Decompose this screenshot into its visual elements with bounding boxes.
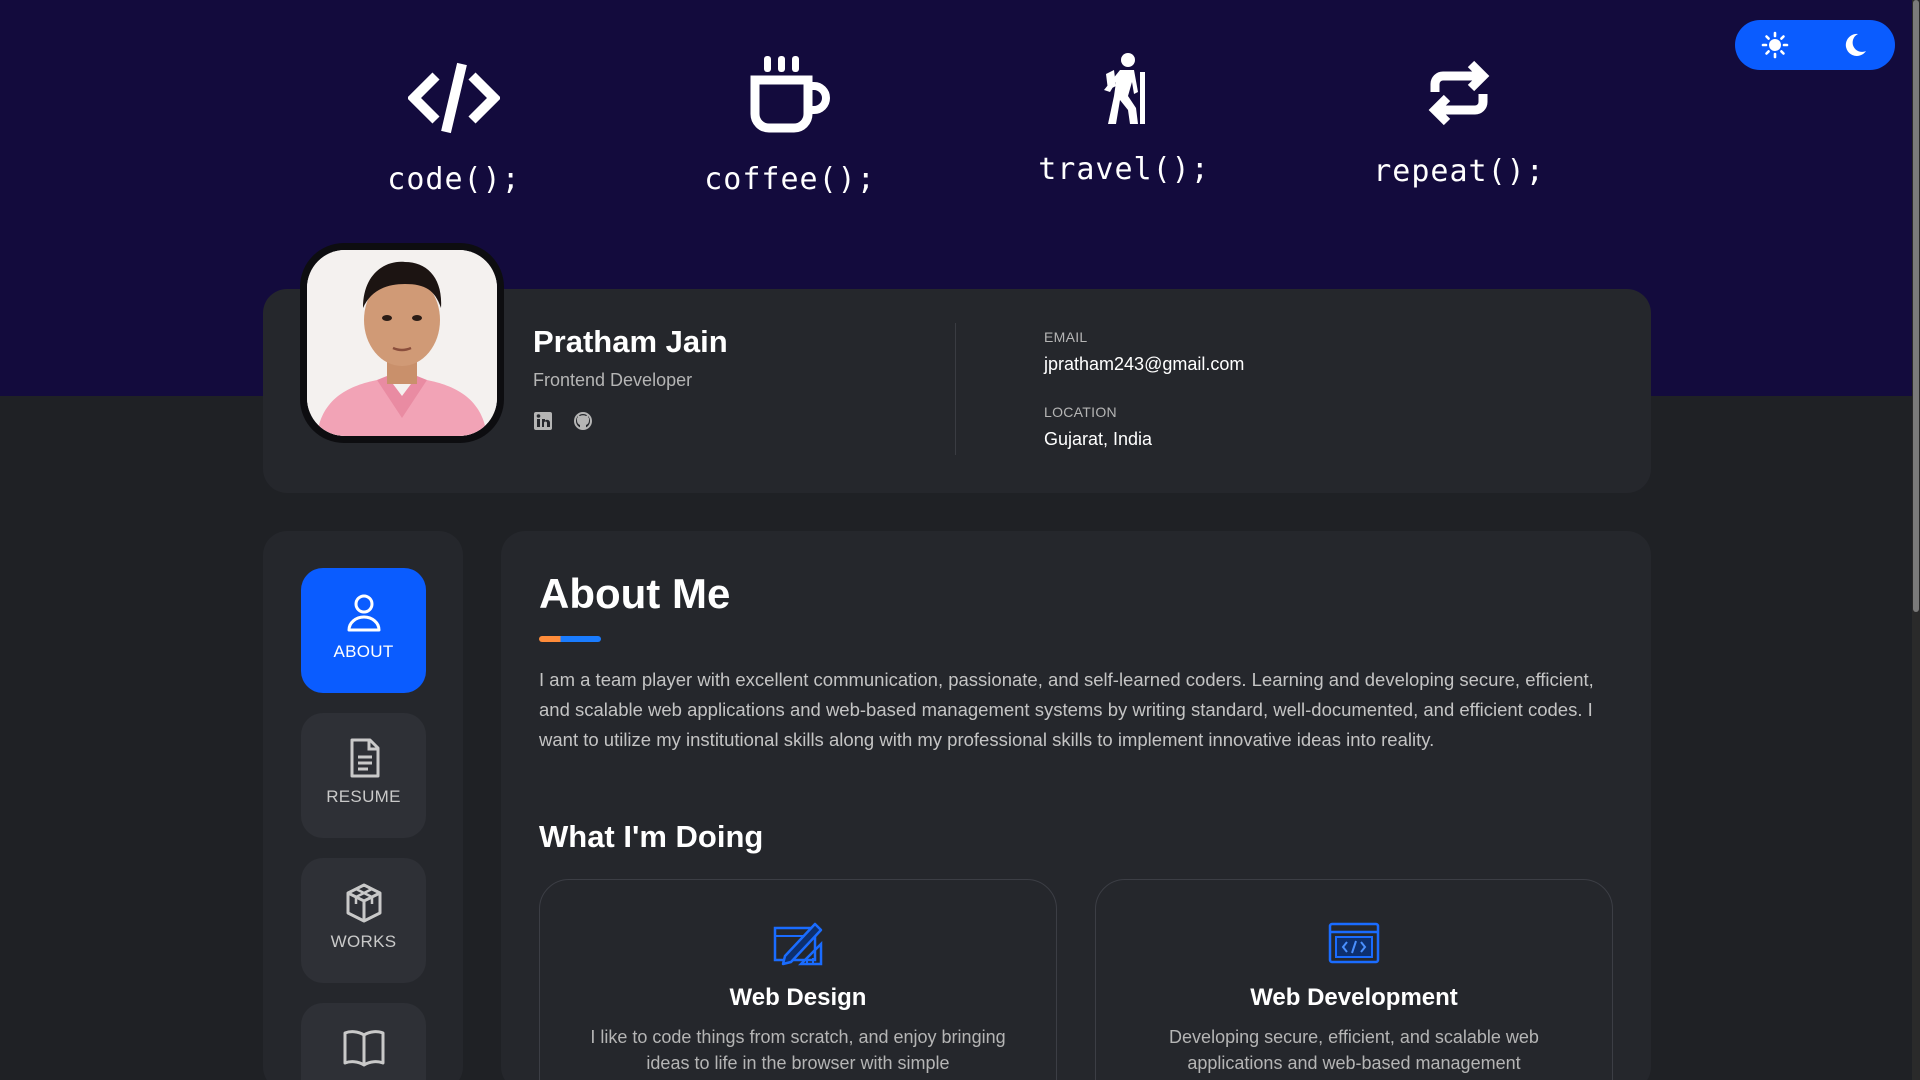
moon-icon[interactable] xyxy=(1839,30,1869,60)
nav-item-about[interactable]: ABOUT xyxy=(301,568,426,693)
hobby-label: code(); xyxy=(387,162,521,197)
avatar xyxy=(307,250,497,436)
service-title: Web Development xyxy=(1250,984,1458,1011)
sun-icon[interactable] xyxy=(1760,30,1790,60)
profile-name: Pratham Jain xyxy=(533,324,728,359)
github-icon[interactable] xyxy=(573,411,593,431)
page-title: About Me xyxy=(539,570,731,617)
service-card-web-design: Web Design I like to code things from sc… xyxy=(539,879,1057,1080)
service-card-web-development: Web Development Developing secure, effic… xyxy=(1095,879,1613,1080)
code-icon xyxy=(334,60,574,136)
nav-item-blog[interactable] xyxy=(301,1003,426,1080)
email-label: EMAIL xyxy=(1044,329,1088,345)
theme-toggle[interactable] xyxy=(1735,20,1895,70)
cube-icon xyxy=(301,882,426,924)
avatar-frame xyxy=(300,243,504,443)
hiking-icon xyxy=(1004,52,1244,126)
document-icon xyxy=(301,737,426,779)
book-icon xyxy=(301,1027,426,1069)
user-icon xyxy=(301,592,426,634)
email-value[interactable]: jpratham243@gmail.com xyxy=(1044,354,1244,375)
design-icon xyxy=(540,916,1056,970)
social-links xyxy=(533,411,609,433)
hobby-label: repeat(); xyxy=(1373,154,1545,189)
profile-divider xyxy=(955,323,956,455)
hobby-label: travel(); xyxy=(1038,152,1210,187)
scrollbar-thumb[interactable] xyxy=(1913,0,1919,612)
service-description: Developing secure, efficient, and scalab… xyxy=(1169,1027,1539,1073)
nav-item-resume[interactable]: RESUME xyxy=(301,713,426,838)
nav-item-works[interactable]: WORKS xyxy=(301,858,426,983)
title-underline xyxy=(539,636,601,642)
coffee-icon xyxy=(670,54,910,136)
hobby-travel: travel(); xyxy=(1004,52,1244,187)
hobby-repeat: repeat(); xyxy=(1339,58,1579,189)
repeat-icon xyxy=(1339,58,1579,128)
section-subtitle: What I'm Doing xyxy=(539,819,764,854)
nav-label: ABOUT xyxy=(333,642,394,661)
location-value: Gujarat, India xyxy=(1044,429,1153,449)
nav-label: RESUME xyxy=(326,787,401,806)
hobby-code: code(); xyxy=(334,60,574,197)
page-scrollbar[interactable] xyxy=(1912,0,1920,1080)
hobby-label: coffee(); xyxy=(704,162,876,197)
service-title: Web Design xyxy=(729,984,867,1011)
hobby-coffee: coffee(); xyxy=(670,54,910,197)
service-description: I like to code things from scratch, and … xyxy=(590,1027,1006,1073)
nav-label: WORKS xyxy=(330,932,397,951)
linkedin-icon[interactable] xyxy=(533,411,553,431)
profile-role: Frontend Developer xyxy=(533,370,693,390)
about-text: I am a team player with excellent commun… xyxy=(539,669,1594,750)
location-label: LOCATION xyxy=(1044,404,1117,420)
web-dev-icon xyxy=(1096,916,1612,970)
